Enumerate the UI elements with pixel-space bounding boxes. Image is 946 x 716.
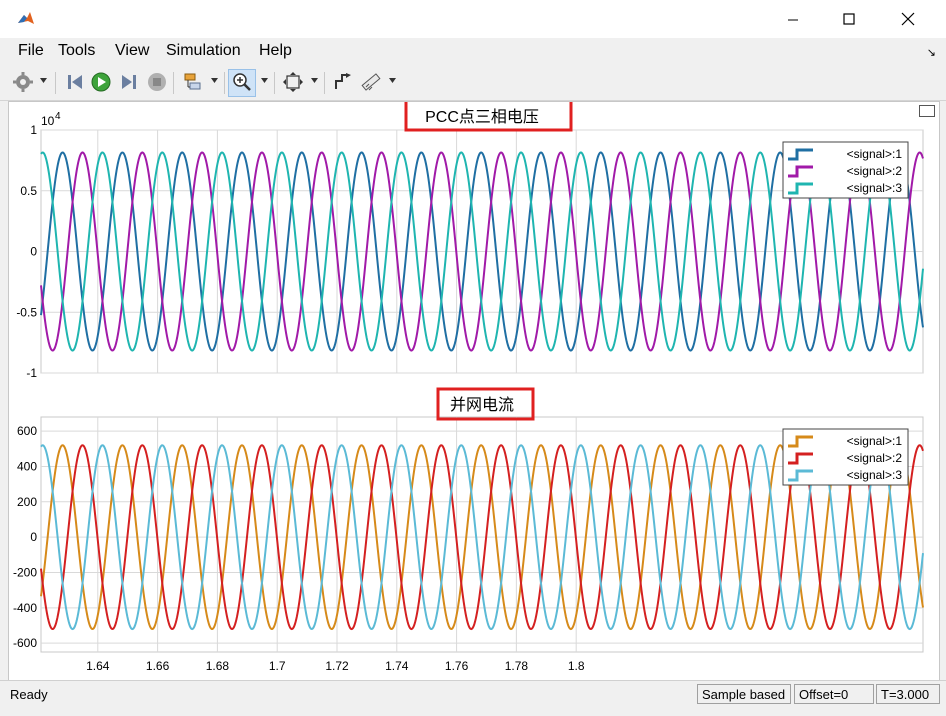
toolbar: [0, 66, 946, 101]
settings-dropdown-icon[interactable]: [40, 78, 47, 84]
step-forward-icon[interactable]: [118, 71, 140, 93]
maximize-icon: [843, 13, 855, 25]
y-tick-label: -1: [26, 366, 37, 380]
menu-bar: File Tools View Simulation Help ↘: [0, 38, 946, 66]
fit-icon[interactable]: [282, 71, 304, 93]
y-tick-label: 0: [30, 245, 37, 259]
settings-icon[interactable]: [12, 71, 34, 93]
voltage-axes: 10.50-0.5-1 10 4 PCC点三相电压 <signal>:1<sig…: [16, 102, 924, 380]
current-legend: <signal>:1 <signal>:2 <signal>:3: [782, 428, 909, 486]
sample-mode-box: Sample based: [697, 684, 791, 704]
close-button[interactable]: [884, 4, 930, 34]
scope-plots: 10.50-0.5-1 10 4 PCC点三相电压 <signal>:1<sig…: [13, 102, 924, 673]
legend-label: <signal>:1: [847, 147, 903, 161]
legend-label: <signal>:2: [847, 164, 903, 178]
menu-simulation[interactable]: Simulation: [166, 42, 241, 60]
current-title: 并网电流: [450, 396, 514, 414]
voltage-exponent-power: 4: [55, 111, 61, 122]
x-tick-label: 1.8: [568, 659, 585, 673]
y-tick-label: -0.5: [16, 305, 37, 319]
title-bar: [0, 0, 946, 38]
layout-icon[interactable]: [182, 71, 204, 93]
measure-dropdown-icon[interactable]: [389, 78, 396, 84]
stop-icon[interactable]: [146, 71, 168, 93]
y-tick-label: -200: [13, 565, 37, 579]
y-tick-label: -600: [13, 636, 37, 650]
toolbar-separator: [274, 72, 275, 94]
menu-view[interactable]: View: [115, 42, 149, 60]
y-tick-label: 600: [17, 424, 37, 438]
voltage-y-ticks: 1 0.5 0 -0.5 -1: [16, 123, 37, 380]
voltage-title: PCC点三相电压: [425, 108, 539, 126]
x-tick-label: 1.64: [86, 659, 110, 673]
x-tick-label: 1.66: [146, 659, 170, 673]
x-tick-label: 1.7: [269, 659, 286, 673]
status-text: Ready: [10, 687, 48, 702]
zoom-dropdown-icon[interactable]: [261, 78, 268, 84]
measure-icon[interactable]: [360, 71, 382, 93]
y-tick-label: 200: [17, 495, 37, 509]
status-bar: Ready Sample based Offset=0 T=3.000: [0, 680, 946, 709]
minimize-icon: [788, 19, 798, 21]
close-icon: [901, 12, 915, 26]
current-y-ticks: 600 400 200 0 -200 -400 -600: [13, 424, 37, 650]
legend-label: <signal>:3: [847, 181, 903, 195]
legend-label: <signal>:2: [847, 451, 903, 465]
x-tick-label: 1.68: [206, 659, 230, 673]
minimize-button[interactable]: [770, 4, 816, 34]
toolbar-separator: [324, 72, 325, 94]
menu-file[interactable]: File: [18, 42, 44, 60]
scope-plot-area: 1 0.5 0 -0.5 -1 10 4 PCC点三相电压 <signal>:1 <sig…: [8, 101, 940, 681]
run-icon[interactable]: [90, 71, 112, 93]
x-tick-label: 1.78: [505, 659, 529, 673]
current-x-ticks: 1.64 1.66 1.68 1.7 1.72 1.74 1.76 1.78 1.8: [86, 659, 585, 673]
y-tick-label: 0: [30, 530, 37, 544]
menu-collapse-icon[interactable]: ↘: [927, 46, 936, 59]
y-tick-label: 0.5: [20, 184, 37, 198]
legend-label: <signal>:3: [847, 468, 903, 482]
x-tick-label: 1.76: [445, 659, 469, 673]
menu-tools[interactable]: Tools: [58, 42, 95, 60]
current-axes: 6004002000-200-400-600 1.64 1.66 1.68 1.7 1.…: [13, 387, 924, 673]
voltage-exponent-base: 10: [41, 114, 55, 128]
time-box: T=3.000: [876, 684, 940, 704]
y-tick-label: -400: [13, 601, 37, 615]
cursor-icon[interactable]: [332, 71, 354, 93]
fit-dropdown-icon[interactable]: [311, 78, 318, 84]
y-tick-label: 400: [17, 459, 37, 473]
offset-box: Offset=0: [794, 684, 874, 704]
step-back-icon[interactable]: [64, 71, 86, 93]
zoom-icon[interactable]: [231, 71, 253, 93]
voltage-legend: <signal>:1 <signal>:2 <signal>:3: [782, 141, 909, 199]
layout-dropdown-icon[interactable]: [211, 78, 218, 84]
toolbar-separator: [224, 72, 225, 94]
toolbar-separator: [173, 72, 174, 94]
maximize-button[interactable]: [826, 4, 872, 34]
menu-help[interactable]: Help: [259, 42, 292, 60]
matlab-logo-icon: [16, 9, 36, 29]
toolbar-separator: [55, 72, 56, 94]
y-tick-label: 1: [30, 123, 37, 137]
x-tick-label: 1.74: [385, 659, 409, 673]
scope-window: File Tools View Simulation Help ↘ 1 0.5 …: [0, 0, 946, 716]
x-tick-label: 1.72: [325, 659, 349, 673]
legend-label: <signal>:1: [847, 434, 903, 448]
